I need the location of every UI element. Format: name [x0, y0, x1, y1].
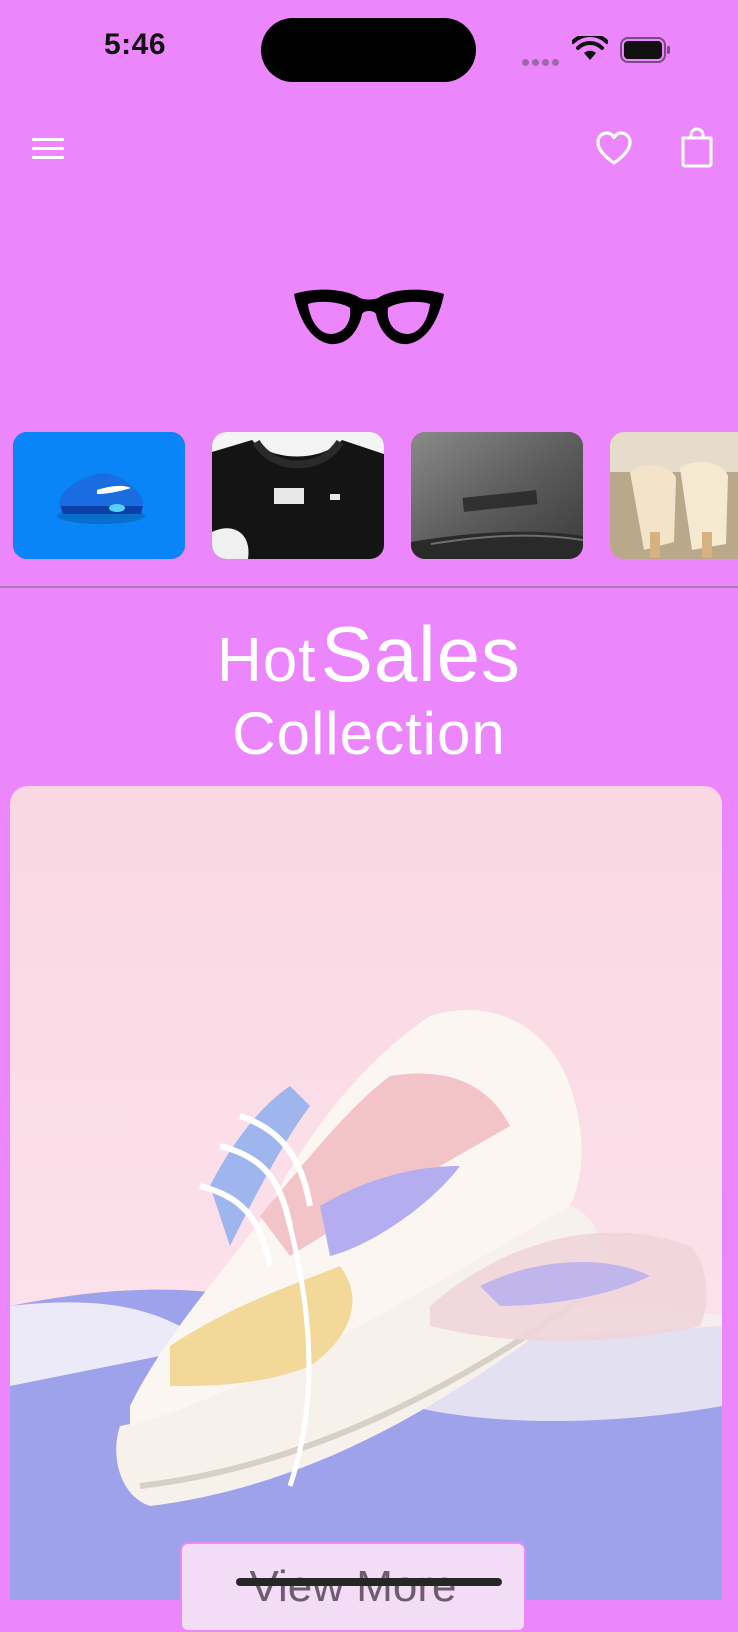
status-time: 5:46 [104, 28, 167, 61]
category-card-baby[interactable] [411, 432, 583, 559]
dynamic-island [261, 18, 476, 82]
status-bar: 5:46 [0, 0, 738, 100]
top-nav [0, 120, 738, 180]
sales-title-word: Sales [320, 610, 522, 698]
battery-icon [620, 37, 670, 63]
category-carousel[interactable] [0, 432, 738, 560]
shopping-bag-icon[interactable] [680, 126, 714, 168]
pastel-sneaker-image [10, 786, 722, 1600]
view-more-button[interactable]: View More [180, 1542, 526, 1632]
collection-subtitle: Collection [232, 700, 506, 767]
black-tshirt-image [212, 432, 384, 559]
category-card-tshirts[interactable] [212, 432, 384, 559]
sandals-image [610, 432, 738, 559]
hot-sales-title: Hot Sales [0, 615, 738, 693]
grey-fabric-image [411, 432, 583, 559]
home-indicator[interactable] [236, 1578, 502, 1586]
blue-sneaker-image [13, 432, 185, 559]
hero-product-card[interactable] [10, 786, 722, 1600]
hot-title-word: Hot [216, 626, 317, 695]
section-divider [0, 586, 738, 588]
heart-icon[interactable] [595, 130, 633, 168]
cellular-signal-icon [522, 53, 562, 71]
category-card-sandals[interactable] [610, 432, 738, 559]
hamburger-menu-icon[interactable] [30, 134, 66, 164]
wifi-icon [572, 36, 608, 60]
category-card-sneakers[interactable] [13, 432, 185, 559]
cat-eye-glasses-icon [294, 289, 444, 345]
